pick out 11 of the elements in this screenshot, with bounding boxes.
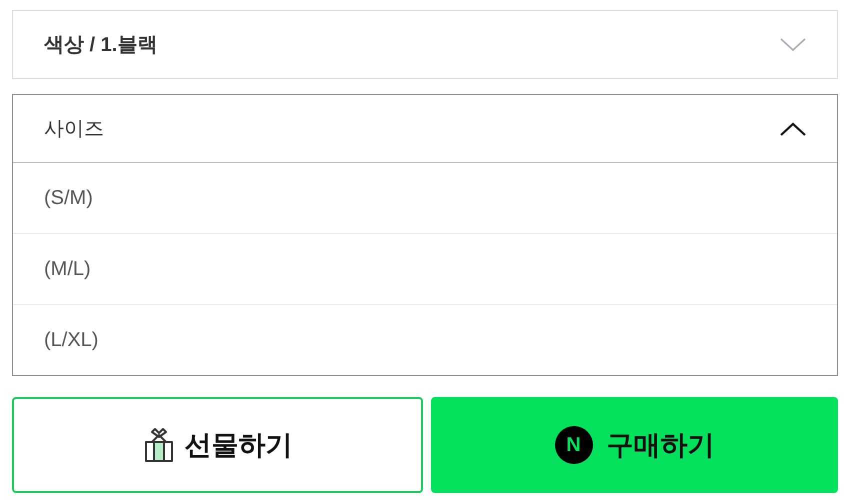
option-select[interactable]: 색상 / 1.블랙 [12,10,838,79]
gift-button[interactable]: 선물하기 [12,397,423,493]
dropdown-option[interactable]: (M/L) [44,254,91,284]
dropdown-option[interactable]: (L/XL) [44,325,98,355]
select-label: 색상 / 1.블랙 [44,32,158,58]
select-label: 사이즈 [44,116,104,142]
gift-icon [142,427,174,463]
n-badge: N [554,426,592,464]
buy-button[interactable]: N 구매하기 [431,397,838,493]
option-select[interactable]: 사이즈 (S/M) (M/L) (L/XL) [12,94,838,376]
dropdown-option[interactable]: (S/M) [44,183,93,213]
